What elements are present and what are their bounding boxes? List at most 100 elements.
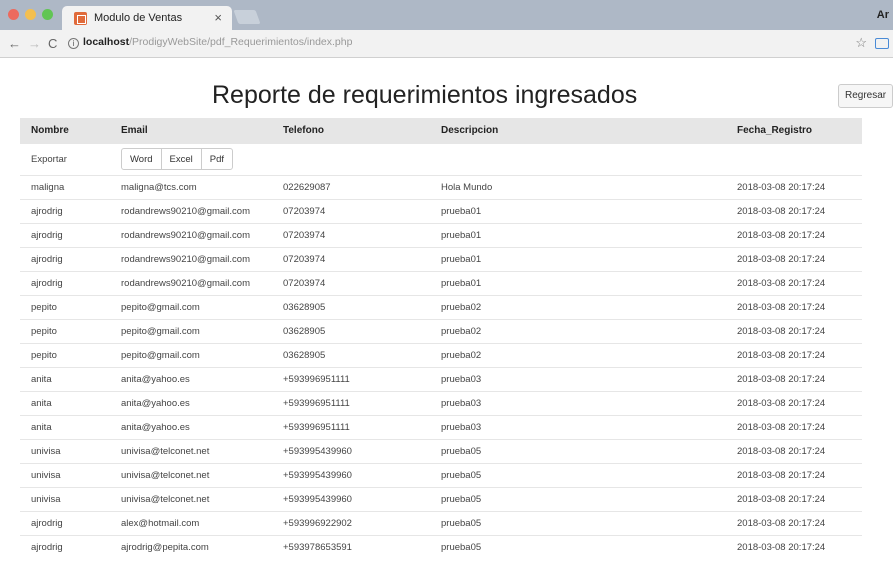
cell-descripcion: prueba03 [430,414,726,439]
table-row: anita anita@yahoo.es +593996951111 prueba03… [20,414,862,439]
table-header-row: Nombre Email Telefono Descripcion Fecha_… [20,118,862,143]
cell-email: ajrodrig@pepita.com [110,534,272,559]
cell-fecha-registro: 2018-03-08 20:17:24 [726,294,862,319]
back-arrow-icon[interactable]: ← [8,36,21,51]
column-header-descripcion: Descripcion [430,118,726,143]
table-row: ajrodrig alex@hotmail.com +593996922902 pru… [20,510,862,535]
extension-icon[interactable] [875,38,889,49]
cell-descripcion: prueba05 [430,510,726,535]
cell-email: maligna@tcs.com [110,174,272,199]
cell-email: rodandrews90210@gmail.com [110,246,272,271]
cell-email: pepito@gmail.com [110,342,272,367]
table-row: pepito pepito@gmail.com 03628905 prueba02 20… [20,318,862,343]
table-row: univisa univisa@telconet.net +593995439960… [20,486,862,511]
cell-email: anita@yahoo.es [110,390,272,415]
cell-fecha-registro: 2018-03-08 20:17:24 [726,510,862,535]
cell-telefono: +593995439960 [272,486,430,511]
table-row: ajrodrig rodandrews90210@gmail.com 0720397… [20,198,862,223]
cell-email: anita@yahoo.es [110,414,272,439]
cell-fecha-registro: 2018-03-08 20:17:24 [726,222,862,247]
cell-nombre: pepito [20,318,110,343]
cell-email: rodandrews90210@gmail.com [110,270,272,295]
forward-arrow-icon[interactable]: → [28,36,41,51]
cell-nombre: pepito [20,294,110,319]
cell-descripcion: prueba01 [430,198,726,223]
tab-close-icon[interactable]: × [214,10,222,25]
url-host: localhost [83,36,130,48]
new-tab-button[interactable] [233,10,261,24]
cell-fecha-registro: 2018-03-08 20:17:24 [726,390,862,415]
cell-telefono: 03628905 [272,318,430,343]
cell-descripcion: prueba05 [430,462,726,487]
requirements-table: Nombre Email Telefono Descripcion Fecha_… [20,118,862,559]
cell-descripcion: prueba03 [430,366,726,391]
cell-email: rodandrews90210@gmail.com [110,222,272,247]
favicon-icon [74,12,87,25]
cell-fecha-registro: 2018-03-08 20:17:24 [726,366,862,391]
table-row: anita anita@yahoo.es +593996951111 prueba03… [20,390,862,415]
cell-email: alex@hotmail.com [110,510,272,535]
cell-telefono: +593996922902 [272,510,430,535]
cell-descripcion: prueba01 [430,270,726,295]
cell-telefono: +593978653591 [272,534,430,559]
cell-nombre: ajrodrig [20,246,110,271]
url-path: /ProdigyWebSite/pdf_Requerimientos/index… [129,36,353,48]
cell-nombre: anita [20,390,110,415]
cell-fecha-registro: 2018-03-08 20:17:24 [726,198,862,223]
export-pdf-button[interactable]: Pdf [200,148,234,170]
cell-descripcion: prueba01 [430,222,726,247]
browser-window: Modulo de Ventas × Ar ← → C i localhost/P… [0,0,893,566]
cell-fecha-registro: 2018-03-08 20:17:24 [726,174,862,199]
cell-fecha-registro: 2018-03-08 20:17:24 [726,486,862,511]
cell-email: univisa@telconet.net [110,462,272,487]
minimize-window-button[interactable] [25,9,36,20]
table-row: ajrodrig rodandrews90210@gmail.com 0720397… [20,222,862,247]
cell-email: rodandrews90210@gmail.com [110,198,272,223]
reload-icon[interactable]: C [48,36,57,51]
cell-nombre: ajrodrig [20,510,110,535]
page-title: Reporte de requerimientos ingresados [212,81,638,109]
table-body: Exportar Word Excel Pdf maligna maligna@t… [20,142,862,559]
table-row: ajrodrig ajrodrig@pepita.com +593978653591… [20,534,862,559]
maximize-window-button[interactable] [42,9,53,20]
cell-email: pepito@gmail.com [110,318,272,343]
export-word-button[interactable]: Word [121,148,162,170]
cell-fecha-registro: 2018-03-08 20:17:24 [726,414,862,439]
cell-fecha-registro: 2018-03-08 20:17:24 [726,270,862,295]
cell-descripcion: prueba02 [430,342,726,367]
cell-nombre: univisa [20,438,110,463]
cell-descripcion: prueba05 [430,438,726,463]
cell-nombre: ajrodrig [20,534,110,559]
table-row: univisa univisa@telconet.net +593995439960… [20,462,862,487]
column-header-nombre: Nombre [20,118,110,143]
info-icon[interactable]: i [68,38,79,49]
cell-telefono: 07203974 [272,270,430,295]
column-header-fecha-registro: Fecha_Registro [726,118,862,143]
cell-email: univisa@telconet.net [110,486,272,511]
cell-fecha-registro: 2018-03-08 20:17:24 [726,246,862,271]
table-row: anita anita@yahoo.es +593996951111 prueba03… [20,366,862,391]
cell-descripcion: prueba03 [430,390,726,415]
cell-nombre: maligna [20,174,110,199]
table-row: ajrodrig rodandrews90210@gmail.com 0720397… [20,270,862,295]
close-window-button[interactable] [8,9,19,20]
profile-label[interactable]: Ar [877,9,889,21]
export-label: Exportar [20,142,110,175]
bookmark-star-icon[interactable]: ☆ [855,35,867,51]
back-button[interactable]: Regresar [838,84,893,108]
cell-telefono: +593995439960 [272,438,430,463]
table-row: pepito pepito@gmail.com 03628905 prueba02 20… [20,342,862,367]
url-field[interactable]: i localhost/ProdigyWebSite/pdf_Requerimie… [68,36,352,49]
cell-telefono: +593995439960 [272,462,430,487]
cell-telefono: +593996951111 [272,366,430,391]
cell-telefono: 07203974 [272,222,430,247]
cell-descripcion: prueba05 [430,486,726,511]
cell-telefono: 022629087 [272,174,430,199]
export-buttons-cell: Word Excel Pdf [110,142,862,175]
export-button-group: Word Excel Pdf [121,148,234,170]
column-header-telefono: Telefono [272,118,430,143]
export-excel-button[interactable]: Excel [160,148,202,170]
page-content: Reporte de requerimientos ingresados Reg… [0,59,893,566]
browser-tab[interactable]: Modulo de Ventas × [62,6,232,30]
cell-nombre: ajrodrig [20,198,110,223]
